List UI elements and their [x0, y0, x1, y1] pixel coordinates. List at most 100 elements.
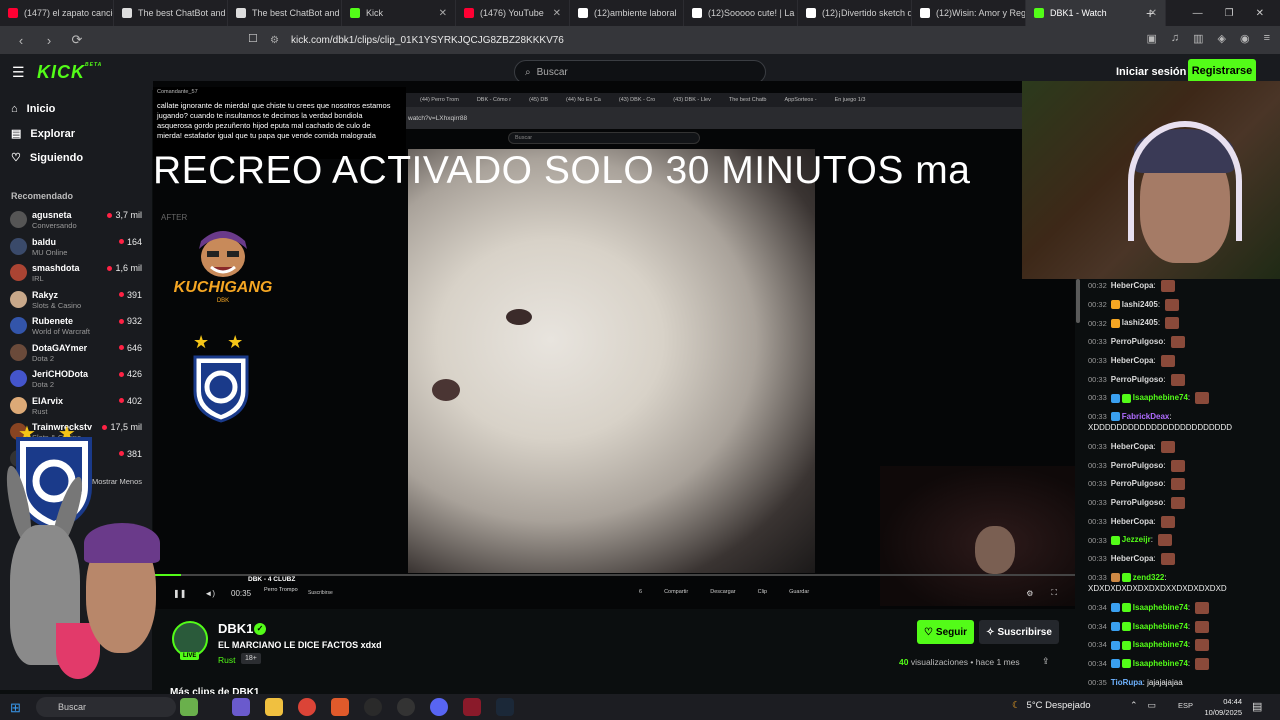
language-indicator[interactable]: ESP: [1178, 701, 1193, 710]
new-tab-button[interactable]: +: [1146, 5, 1154, 21]
browser-tab[interactable]: (12)Wisin: Amor y Reg✕: [912, 0, 1026, 26]
close-tab-icon[interactable]: ✕: [553, 8, 561, 19]
browser-tab[interactable]: (12)Sooooo cute! | La✕: [684, 0, 798, 26]
age-badge: 18+: [241, 653, 261, 664]
hamburger-menu-icon[interactable]: ☰: [12, 64, 25, 81]
inner-browser-url: watch?v=LXhxqirr88: [406, 107, 1075, 129]
chat-username[interactable]: PerroPulgoso: [1111, 461, 1163, 470]
chat-username[interactable]: zend322: [1133, 573, 1165, 582]
battery-icon[interactable]: ▭: [1148, 700, 1157, 711]
category-link[interactable]: Rust: [218, 655, 235, 665]
taskbar-app-landscape-icon[interactable]: [180, 698, 198, 716]
taskbar-search[interactable]: Buscar: [36, 697, 176, 717]
browser-tab[interactable]: (12)ambiente laboral✕: [570, 0, 684, 26]
taskbar-app-chrome-icon[interactable]: [298, 698, 316, 716]
sidebar-icon[interactable]: ▥: [1193, 32, 1203, 45]
music-icon[interactable]: ♫: [1171, 32, 1179, 45]
restore-icon[interactable]: ❐: [1225, 8, 1234, 19]
taskbar-app-copilot-icon[interactable]: [232, 698, 250, 716]
subscribe-button[interactable]: ✧ Suscribirse: [979, 620, 1059, 644]
chat-username[interactable]: FabrickDeax: [1122, 412, 1170, 421]
browser-tab[interactable]: (1477) el zapato cancio✕: [0, 0, 114, 26]
url-field[interactable]: ⚙ kick.com/dbk1/clips/clip_01K1YSYRKJQCJ…: [270, 30, 990, 50]
chat-username[interactable]: Isaaphebine74: [1133, 659, 1188, 668]
minimize-icon[interactable]: —: [1193, 8, 1203, 19]
reload-icon[interactable]: ⟳: [70, 32, 84, 48]
browser-tab[interactable]: The best ChatBot and✕: [228, 0, 342, 26]
nav-following[interactable]: ♡ Siguiendo: [11, 151, 83, 165]
chat-badge-icon: [1121, 603, 1131, 613]
notifications-icon[interactable]: ▤: [1252, 700, 1262, 713]
chat-username[interactable]: HeberCopa: [1111, 517, 1154, 526]
vpn-icon[interactable]: ◉: [1240, 32, 1250, 45]
taskbar-app-obs-icon[interactable]: [364, 698, 382, 716]
tray-up-icon[interactable]: ⌃: [1130, 700, 1138, 711]
browser-tab[interactable]: (1476) YouTube ✕: [456, 0, 570, 26]
login-button[interactable]: Iniciar sesión: [1108, 62, 1194, 82]
settings-icon[interactable]: ⚙: [1026, 589, 1033, 598]
chat-username[interactable]: Isaaphebine74: [1133, 393, 1188, 402]
channel-name[interactable]: DBK1: [218, 621, 253, 636]
forward-icon[interactable]: ›: [42, 33, 56, 48]
nav-explore[interactable]: ▤ Explorar: [11, 127, 75, 141]
chat-username[interactable]: Jezzeijr: [1122, 536, 1151, 545]
chat-username[interactable]: Isaaphebine74: [1133, 603, 1188, 612]
sidebar-channel[interactable]: agusneta Conversando 3,7 mil: [10, 208, 146, 234]
chat-colon: :: [1187, 393, 1193, 403]
close-window-icon[interactable]: ✕: [1256, 8, 1264, 19]
taskbar-app-obs2-icon[interactable]: [397, 698, 415, 716]
sidebar-channel[interactable]: Rubenete World of Warcraft 932: [10, 314, 146, 340]
chat-scrollbar[interactable]: [1076, 279, 1080, 323]
sidebar-channel[interactable]: DotaGAYmer Dota 2 646: [10, 341, 146, 367]
chat-username[interactable]: lashi2405: [1122, 319, 1158, 328]
windows-start-icon[interactable]: ⊞: [10, 700, 21, 716]
weather-widget[interactable]: ☾ 5°C Despejado: [1012, 700, 1091, 711]
chat-username[interactable]: lashi2405: [1122, 300, 1158, 309]
taskbar-app-red-icon[interactable]: [463, 698, 481, 716]
share-icon[interactable]: ⇪: [1042, 656, 1050, 667]
sidebar-channel[interactable]: baldu MU Online 164: [10, 235, 146, 261]
taskbar-app-discord-icon[interactable]: [430, 698, 448, 716]
follow-button[interactable]: ♡ Seguir: [917, 620, 974, 644]
site-info-icon[interactable]: ⚙: [270, 35, 279, 46]
chat-colon: :: [1164, 572, 1167, 582]
seek-bar[interactable]: [153, 574, 1075, 576]
chat-username[interactable]: PerroPulgoso: [1111, 375, 1163, 384]
extensions-icon[interactable]: ▣: [1146, 32, 1156, 45]
chat-username[interactable]: PerroPulgoso: [1111, 337, 1163, 346]
overlay-chat-user: Comandante_57: [157, 89, 198, 95]
sidebar-channel[interactable]: smashdota IRL 1,6 mil: [10, 261, 146, 287]
menu-icon[interactable]: ≡: [1264, 32, 1270, 45]
nav-home[interactable]: ⌂ Inicio: [11, 103, 55, 115]
fullscreen-icon[interactable]: ⛶: [1051, 588, 1057, 598]
chat-username[interactable]: Isaaphebine74: [1133, 640, 1188, 649]
chat-username[interactable]: TioRupa: [1111, 678, 1143, 687]
browser-tab[interactable]: The best ChatBot and✕: [114, 0, 228, 26]
back-icon[interactable]: ‹: [14, 33, 28, 48]
bookmark-icon[interactable]: ☐: [248, 32, 258, 45]
register-button[interactable]: Registrarse: [1188, 59, 1256, 83]
browser-tab-active[interactable]: DBK1 - Watch ✕: [1026, 0, 1166, 26]
browser-tab[interactable]: (12)¡Divertido sketch d✕: [798, 0, 912, 26]
chat-username[interactable]: Isaaphebine74: [1133, 622, 1188, 631]
chat-username[interactable]: HeberCopa: [1111, 442, 1154, 451]
kick-logo[interactable]: KICKBETA: [37, 62, 102, 83]
sidebar-channel[interactable]: JeriCHODota Dota 2 426: [10, 367, 146, 393]
close-tab-icon[interactable]: ✕: [439, 8, 447, 19]
chat-username[interactable]: HeberCopa: [1111, 356, 1154, 365]
chat-username[interactable]: PerroPulgoso: [1111, 498, 1163, 507]
sidebar-channel[interactable]: Rakyz Slots & Casino 391: [10, 288, 146, 314]
taskbar-app-folder-icon[interactable]: [265, 698, 283, 716]
play-icon[interactable]: ❚❚: [173, 589, 186, 598]
chat-colon: :: [1150, 535, 1156, 545]
chat-username[interactable]: HeberCopa: [1111, 281, 1154, 290]
taskbar-app-brave-icon[interactable]: [331, 698, 349, 716]
chat-username[interactable]: HeberCopa: [1111, 554, 1154, 563]
volume-icon[interactable]: ◄): [204, 589, 215, 598]
chat-username[interactable]: PerroPulgoso: [1111, 479, 1163, 488]
clip-video-player[interactable]: (44) Perro Trom DBK - Cómo r (45) DB (44) N…: [153, 81, 1075, 609]
taskbar-app-steam-icon[interactable]: [496, 698, 514, 716]
wallet-icon[interactable]: ◈: [1218, 32, 1226, 45]
clock[interactable]: 04:44 10/09/2025: [1200, 696, 1242, 718]
browser-tab[interactable]: Kick ✕: [342, 0, 456, 26]
